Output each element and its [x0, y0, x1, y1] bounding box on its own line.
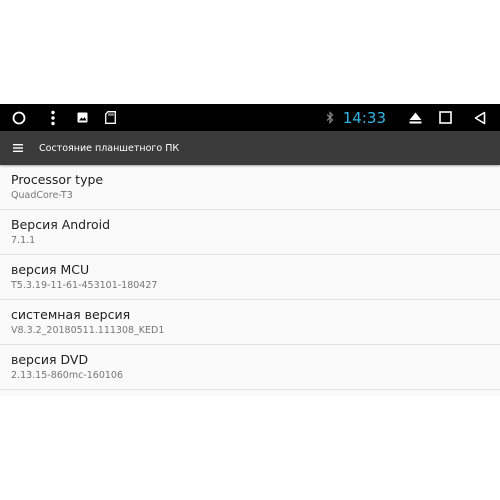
list-item-value: 7.1.1	[11, 235, 36, 246]
circle-home-icon[interactable]	[0, 104, 38, 131]
device-screen: 14:33 Состояние планшетного ПК Processor…	[0, 104, 500, 396]
bluetooth-icon	[323, 104, 337, 131]
list-item-android-version[interactable]: Версия Android 7.1.1	[0, 210, 500, 255]
list-item-processor[interactable]: Processor type QuadCore-T3	[0, 165, 500, 210]
list-item-title: версия MCU	[11, 262, 90, 277]
list-item-title: Processor type	[11, 172, 104, 187]
vertical-dots-icon[interactable]	[38, 104, 68, 131]
eject-icon[interactable]	[400, 104, 430, 131]
page-title: Состояние планшетного ПК	[39, 142, 180, 154]
clock: 14:33	[342, 108, 386, 127]
image-icon	[68, 104, 96, 131]
list-item-system-version[interactable]: системная версия V8.3.2_20180511.111308_…	[0, 300, 500, 345]
list-item-value: V8.3.2_20180511.111308_KED1	[11, 325, 165, 336]
square-recents-icon[interactable]	[430, 104, 460, 131]
status-bar: 14:33	[0, 104, 500, 131]
menu-icon[interactable]	[2, 131, 34, 165]
list-item-title: версия DVD	[11, 352, 89, 367]
triangle-back-icon[interactable]	[460, 104, 500, 131]
info-list: Processor type QuadCore-T3 Версия Androi…	[0, 165, 500, 390]
status-bar-left	[0, 104, 124, 131]
list-item-value: T5.3.19-11-61-453101-180427	[11, 280, 158, 291]
list-item-dvd-version[interactable]: версия DVD 2.13.15-860mc-160106	[0, 345, 500, 390]
sd-card-icon	[96, 104, 124, 131]
status-bar-right: 14:33	[323, 104, 500, 131]
list-item-title: системная версия	[11, 307, 131, 322]
list-item-mcu-version[interactable]: версия MCU T5.3.19-11-61-453101-180427	[0, 255, 500, 300]
list-item-title: Версия Android	[11, 217, 111, 232]
list-item-value: 2.13.15-860mc-160106	[11, 370, 123, 381]
app-bar: Состояние планшетного ПК	[0, 131, 500, 165]
list-item-value: QuadCore-T3	[11, 190, 73, 201]
